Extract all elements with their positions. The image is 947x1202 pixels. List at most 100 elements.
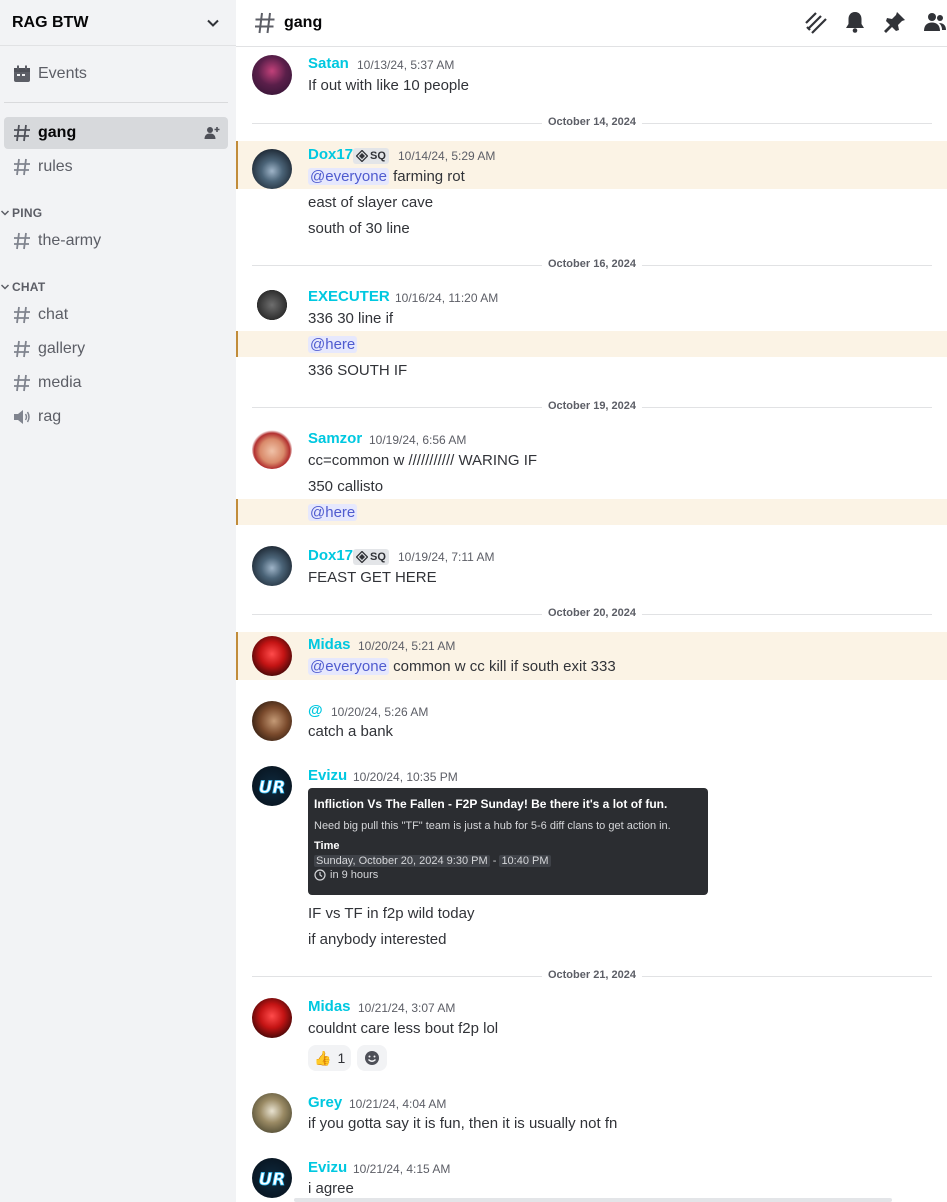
timestamp: 10/16/24, 11:20 AM — [395, 291, 499, 305]
username[interactable]: Samzor — [308, 430, 362, 447]
avatar[interactable]: UR — [252, 1158, 292, 1198]
avatar[interactable] — [252, 546, 292, 586]
timestamp: 10/21/24, 3:07 AM — [358, 1001, 456, 1015]
username[interactable]: Satan — [308, 55, 349, 72]
date-divider-label: October 14, 2024 — [541, 116, 643, 128]
sidebar-item-rules[interactable]: rules — [4, 151, 228, 183]
username[interactable]: EXECUTER — [308, 288, 390, 305]
svg-text:UR: UR — [259, 778, 286, 798]
username[interactable]: Midas — [308, 998, 351, 1015]
mention-here[interactable]: @here — [308, 504, 358, 521]
channel-hash-icon — [255, 12, 275, 34]
sidebar-item-chat[interactable]: chat — [4, 299, 228, 331]
channel-header: gang — [236, 0, 947, 47]
avatar[interactable] — [252, 55, 292, 95]
date-divider-label: October 20, 2024 — [541, 607, 643, 619]
reaction-thumbs-up[interactable]: 👍 1 — [308, 1045, 352, 1071]
message-list[interactable]: Satan 10/13/24, 5:37 AM If out with like… — [236, 47, 947, 1202]
embed-time: Sunday, October 20, 2024 9:30 PM - 10:40… — [314, 855, 702, 867]
mention-everyone[interactable]: @everyone — [308, 168, 389, 185]
username[interactable]: Midas — [308, 636, 351, 653]
embed-relative-time: in 9 hours — [314, 869, 702, 881]
message-text: 336 30 line if — [308, 310, 394, 327]
avatar[interactable] — [252, 429, 292, 469]
chevron-down-icon — [207, 19, 219, 27]
tag-diamond-icon — [356, 551, 368, 563]
sidebar-item-label: rag — [38, 408, 62, 425]
avatar[interactable] — [252, 998, 292, 1038]
message-text: if anybody interested — [308, 931, 447, 948]
embed-field-label: Time — [314, 840, 340, 852]
avatar[interactable] — [252, 636, 292, 676]
ur-logo-icon: UR — [258, 778, 286, 799]
username[interactable]: Dox17 — [308, 146, 353, 163]
sidebar-divider — [4, 102, 228, 103]
chevron-down-icon — [0, 210, 10, 216]
username[interactable]: @ — [308, 702, 323, 719]
timestamp: 10/20/24, 10:35 PM — [353, 770, 458, 784]
timestamp: 10/19/24, 6:56 AM — [369, 433, 467, 447]
message-text: i agree — [308, 1180, 354, 1197]
sidebar-item-the-army[interactable]: the-army — [4, 225, 228, 257]
avatar[interactable] — [252, 149, 292, 189]
category-chat[interactable]: CHAT — [0, 280, 45, 294]
sidebar-item-events[interactable]: Events — [4, 58, 228, 90]
event-embed[interactable]: Infliction Vs The Fallen - F2P Sunday! B… — [308, 788, 708, 895]
message-text: catch a bank — [308, 723, 394, 740]
bell-icon[interactable] — [843, 10, 867, 34]
date-divider: October 19, 2024 — [252, 400, 932, 412]
date-divider: October 20, 2024 — [252, 607, 932, 619]
tag-label: SQ — [370, 551, 386, 563]
username[interactable]: Evizu — [308, 767, 347, 784]
sidebar-item-gang[interactable]: gang — [4, 117, 228, 149]
sidebar-item-label: gang — [38, 124, 77, 141]
reaction-count: 1 — [337, 1050, 346, 1066]
message-text: @here — [308, 336, 358, 353]
username[interactable]: Dox17 — [308, 547, 353, 564]
sidebar-item-media[interactable]: media — [4, 367, 228, 399]
embed-end-time: 10:40 PM — [499, 855, 551, 867]
avatar[interactable]: UR — [252, 766, 292, 806]
threads-icon[interactable] — [803, 10, 827, 34]
timestamp: 10/21/24, 4:04 AM — [349, 1097, 447, 1111]
timestamp: 10/13/24, 5:37 AM — [357, 58, 455, 72]
mention-here[interactable]: @here — [308, 336, 358, 353]
smiley-icon — [365, 1051, 379, 1065]
sidebar-item-label: Events — [38, 65, 87, 82]
channel-hash-icon — [12, 231, 32, 251]
username[interactable]: Evizu — [308, 1159, 347, 1176]
members-icon[interactable] — [923, 10, 947, 34]
add-reaction-button[interactable] — [357, 1045, 387, 1071]
avatar[interactable] — [252, 701, 292, 741]
sidebar-item-label: the-army — [38, 232, 102, 249]
date-divider-label: October 21, 2024 — [541, 969, 643, 981]
embed-time-dash: - — [492, 855, 497, 867]
avatar[interactable] — [252, 287, 292, 327]
timestamp: 10/19/24, 7:11 AM — [398, 550, 495, 564]
mention-everyone[interactable]: @everyone — [308, 658, 389, 675]
tag-diamond-icon — [356, 150, 368, 162]
sidebar-item-gallery[interactable]: gallery — [4, 333, 228, 365]
category-ping[interactable]: PING — [0, 206, 42, 220]
server-header[interactable]: RAG BTW — [0, 0, 236, 46]
sidebar-item-rag[interactable]: rag — [4, 401, 228, 433]
chevron-down-icon — [0, 284, 10, 290]
message: Dox17 SQ 10/14/24, 5:29 AM @everyone far… — [236, 141, 947, 239]
message-text: cc=common w /////////// WARING IF — [308, 452, 538, 469]
add-member-icon[interactable] — [204, 125, 220, 141]
server-name: RAG BTW — [12, 13, 89, 31]
channel-hash-icon — [12, 305, 32, 325]
sidebar-item-label: gallery — [38, 340, 86, 357]
message-text: 350 callisto — [308, 478, 384, 495]
reaction-emoji: 👍 — [314, 1049, 332, 1066]
message: UR Evizu 10/21/24, 4:15 AM i agree — [236, 1154, 947, 1202]
message-text-content: farming rot — [393, 168, 465, 185]
message-text: @here — [308, 504, 358, 521]
ur-logo-icon: UR — [258, 1170, 286, 1191]
username[interactable]: Grey — [308, 1094, 342, 1111]
horizontal-scrollbar[interactable] — [294, 1198, 892, 1202]
svg-text:UR: UR — [259, 1170, 286, 1190]
pin-icon[interactable] — [883, 10, 907, 34]
avatar[interactable] — [252, 1093, 292, 1133]
sidebar-item-label: media — [38, 374, 82, 391]
